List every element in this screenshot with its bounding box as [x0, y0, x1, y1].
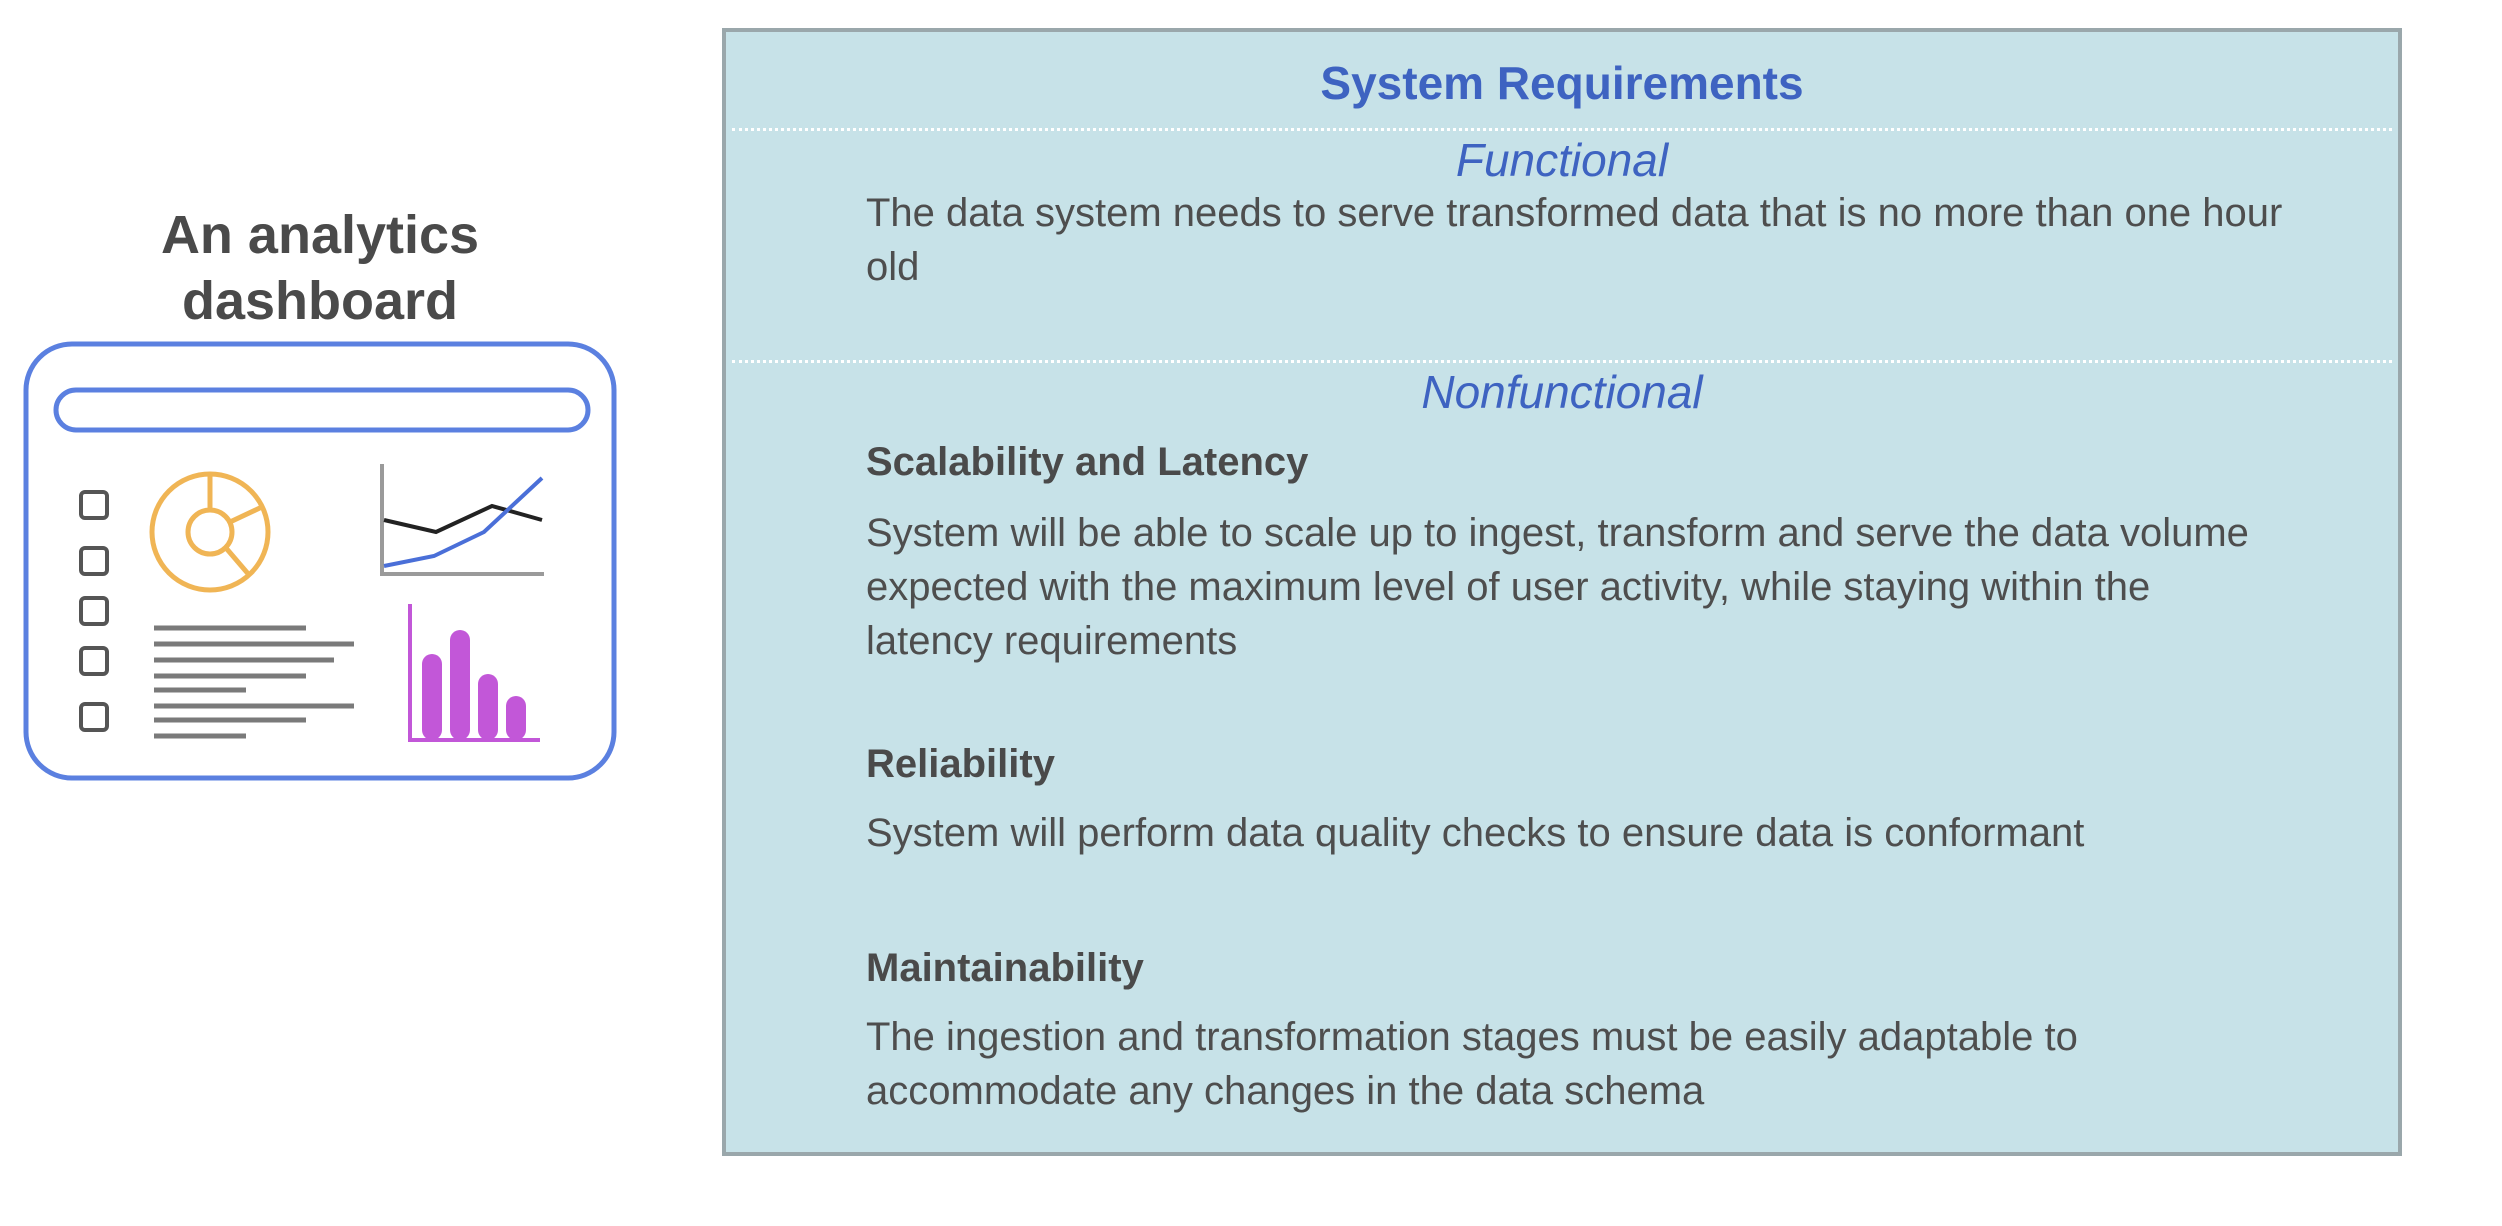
reliability-heading: Reliability	[866, 742, 1055, 786]
dashboard-title-line2: dashboard	[181, 271, 459, 331]
slide: An analytics dashboard System Requiremen…	[0, 0, 2502, 1226]
dashboard-title: An analytics dashboard	[0, 202, 640, 334]
divider	[732, 360, 2392, 363]
reliability-text: System will perform data quality checks …	[866, 811, 2085, 855]
checkbox-icon	[79, 490, 109, 520]
functional-heading: Functional	[1455, 134, 1669, 186]
checkbox-icon	[79, 596, 109, 626]
divider	[732, 128, 2392, 131]
checkbox-icon	[79, 646, 109, 676]
checkbox-icon	[79, 702, 109, 732]
search-bar-icon	[53, 387, 591, 433]
functional-text: The data system needs to serve transform…	[866, 191, 2283, 289]
dashboard-title-line1: An analytics	[160, 205, 480, 265]
scalability-text: System will be able to scale up to inges…	[866, 511, 2249, 663]
nonfunctional-heading: Nonfunctional	[1421, 366, 1703, 418]
maintainability-heading: Maintainability	[866, 946, 1144, 990]
scalability-heading: Scalability and Latency	[866, 440, 1309, 484]
maintainability-text: The ingestion and transformation stages …	[866, 1015, 2078, 1113]
checkbox-icon	[79, 546, 109, 576]
system-requirements-panel: System Requirements Functional The data …	[722, 28, 2402, 1156]
panel-title: System Requirements	[1320, 57, 1804, 109]
analytics-dashboard-illustration	[23, 341, 617, 781]
